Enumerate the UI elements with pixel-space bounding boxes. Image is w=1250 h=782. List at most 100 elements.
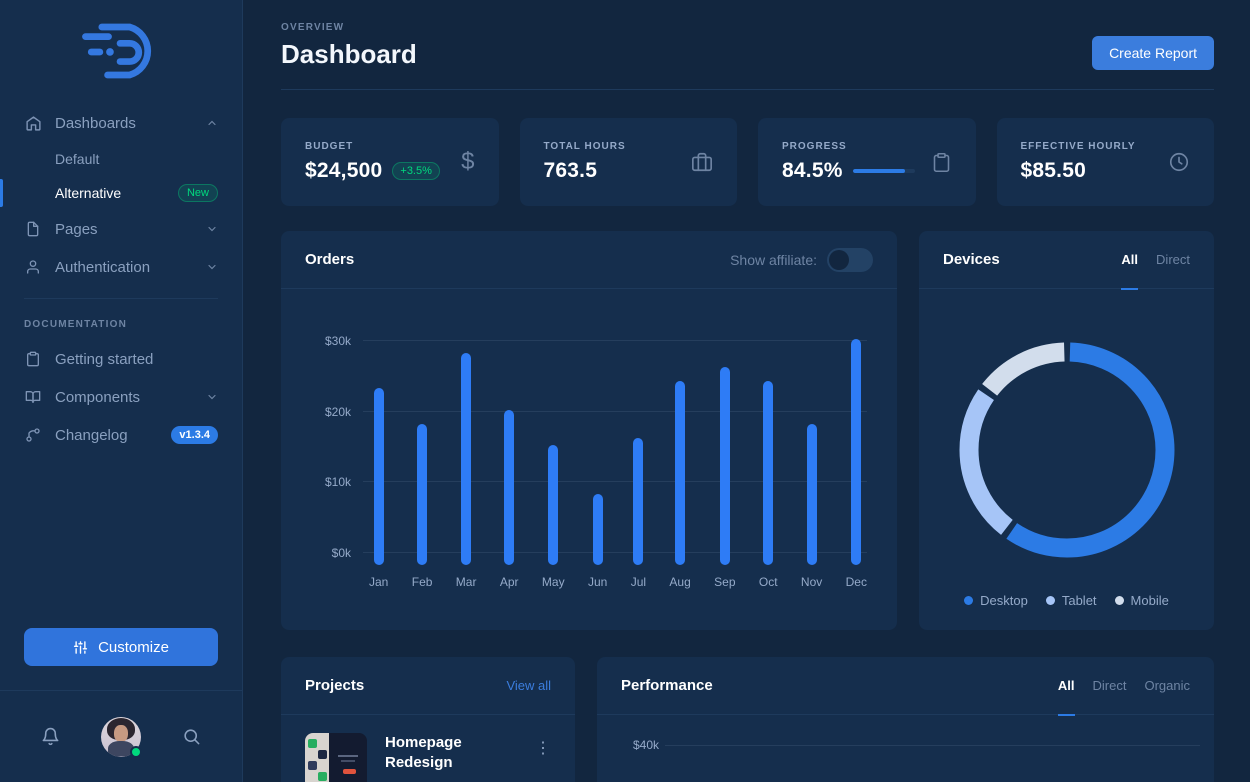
dollar-icon: $: [461, 148, 474, 176]
performance-tab-all[interactable]: All: [1058, 657, 1075, 715]
stat-value: 763.5: [544, 159, 598, 183]
sidebar-item-label: Dashboards: [55, 115, 136, 132]
stat-label: EFFECTIVE HOURLY: [1021, 141, 1169, 152]
create-report-button[interactable]: Create Report: [1092, 36, 1214, 70]
orders-bar: [593, 494, 603, 565]
sidebar-subitem-label: Default: [55, 151, 99, 167]
file-icon: [24, 221, 42, 237]
y-axis-label: $30k: [305, 334, 351, 348]
orders-chart: $0k$10k$20k$30kJanFebMarAprMayJunJulAugS…: [281, 289, 897, 601]
orders-card-header: Orders Show affiliate:: [281, 231, 897, 289]
devices-legend: DesktopTabletMobile: [964, 593, 1169, 608]
x-axis-label: Jun: [588, 575, 607, 591]
stat-value: $24,500: [305, 159, 382, 183]
stat-value: $85.50: [1021, 159, 1087, 183]
view-all-link[interactable]: View all: [506, 678, 551, 693]
x-axis-label: Mar: [456, 575, 477, 591]
active-indicator: [0, 179, 3, 207]
sidebar-item-dashboards[interactable]: Dashboards: [24, 104, 218, 142]
stat-value: 84.5%: [782, 159, 843, 183]
devices-tab-direct[interactable]: Direct: [1156, 231, 1190, 289]
sidebar-nav: Dashboards Default Alternative New Pages: [0, 98, 242, 286]
x-axis-label: Aug: [669, 575, 690, 591]
show-affiliate-toggle[interactable]: [827, 248, 873, 272]
page-header: OVERVIEW Dashboard Create Report: [281, 0, 1214, 70]
sidebar-item-label: Changelog: [55, 427, 128, 444]
header-divider: [281, 89, 1214, 90]
x-axis-label: Oct: [759, 575, 778, 591]
sidebar-item-pages[interactable]: Pages: [24, 210, 218, 248]
book-icon: [24, 389, 42, 405]
sidebar-item-label: Getting started: [55, 351, 153, 368]
sidebar: Dashboards Default Alternative New Pages: [0, 0, 243, 782]
sidebar-item-label: Components: [55, 389, 140, 406]
x-axis-label: Feb: [412, 575, 433, 591]
orders-bar: [633, 438, 643, 565]
sidebar-item-label: Authentication: [55, 259, 150, 276]
clipboard-icon: [24, 351, 42, 367]
performance-chart: $40k: [597, 715, 1214, 782]
x-axis-label: Sep: [714, 575, 735, 591]
chevron-down-icon: [206, 391, 218, 403]
clock-icon: [1168, 151, 1190, 173]
orders-bar: [461, 353, 471, 565]
project-list-item[interactable]: Homepage Redesign ⋮: [281, 715, 575, 782]
legend-label: Mobile: [1131, 593, 1169, 608]
y-axis-label: $20k: [305, 405, 351, 419]
projects-card-header: Projects View all: [281, 657, 575, 715]
kebab-menu-icon[interactable]: ⋮: [535, 733, 551, 757]
stat-label: BUDGET: [305, 141, 461, 152]
briefcase-icon: [691, 151, 713, 173]
docs-section-heading: DOCUMENTATION: [0, 311, 242, 334]
sidebar-footer: [0, 690, 242, 782]
customize-button[interactable]: Customize: [24, 628, 218, 666]
avatar[interactable]: [101, 717, 141, 757]
app-logo[interactable]: [0, 0, 242, 98]
search-button[interactable]: [182, 727, 201, 746]
git-branch-icon: [24, 427, 42, 443]
sidebar-docs-nav: Getting started Components Changelog v1.…: [0, 334, 242, 454]
main-content: OVERVIEW Dashboard Create Report BUDGET …: [243, 0, 1250, 782]
stat-label: TOTAL HOURS: [544, 141, 692, 152]
user-icon: [24, 259, 42, 275]
performance-title: Performance: [621, 677, 713, 694]
performance-line: [597, 715, 1214, 782]
orders-bar: [675, 381, 685, 565]
performance-tab-direct[interactable]: Direct: [1093, 657, 1127, 715]
x-axis-label: May: [542, 575, 565, 591]
dashkit-logo-icon: [73, 20, 169, 82]
devices-card-header: Devices All Direct: [919, 231, 1214, 289]
show-affiliate-label: Show affiliate:: [730, 252, 817, 268]
devices-tab-all[interactable]: All: [1121, 231, 1138, 289]
sidebar-spacer: [0, 454, 242, 628]
progress-bar: [853, 169, 915, 173]
sidebar-item-getting-started[interactable]: Getting started: [24, 340, 218, 378]
sidebar-item-authentication[interactable]: Authentication: [24, 248, 218, 286]
x-axis-label: Jan: [369, 575, 388, 591]
devices-tabs: All Direct: [1121, 231, 1190, 289]
projects-card: Projects View all Homepage Redesign ⋮: [281, 657, 575, 782]
clipboard-icon: [931, 152, 952, 173]
legend-dot: [1046, 596, 1055, 605]
y-axis-label: $10k: [305, 475, 351, 489]
x-axis-label: Dec: [846, 575, 867, 591]
x-axis-label: Apr: [500, 575, 519, 591]
chevron-down-icon: [206, 261, 218, 273]
chevron-down-icon: [206, 223, 218, 235]
stat-card-budget: BUDGET $24,500 +3.5% $: [281, 118, 499, 206]
stat-card-progress: PROGRESS 84.5%: [758, 118, 976, 206]
orders-card: Orders Show affiliate: $0k$10k$20k$30kJa…: [281, 231, 897, 630]
sidebar-item-changelog[interactable]: Changelog v1.3.4: [24, 416, 218, 454]
sidebar-item-components[interactable]: Components: [24, 378, 218, 416]
devices-title: Devices: [943, 251, 1000, 268]
version-badge: v1.3.4: [171, 426, 218, 444]
performance-card-header: Performance All Direct Organic: [597, 657, 1214, 715]
orders-bar: [548, 445, 558, 565]
orders-bar: [417, 424, 427, 565]
performance-tab-organic[interactable]: Organic: [1144, 657, 1190, 715]
notifications-button[interactable]: [41, 727, 60, 746]
legend-label: Tablet: [1062, 593, 1097, 608]
sidebar-subitem-default[interactable]: Default: [24, 142, 218, 176]
legend-item-mobile: Mobile: [1115, 593, 1169, 608]
sidebar-subitem-alternative[interactable]: Alternative New: [24, 176, 218, 210]
